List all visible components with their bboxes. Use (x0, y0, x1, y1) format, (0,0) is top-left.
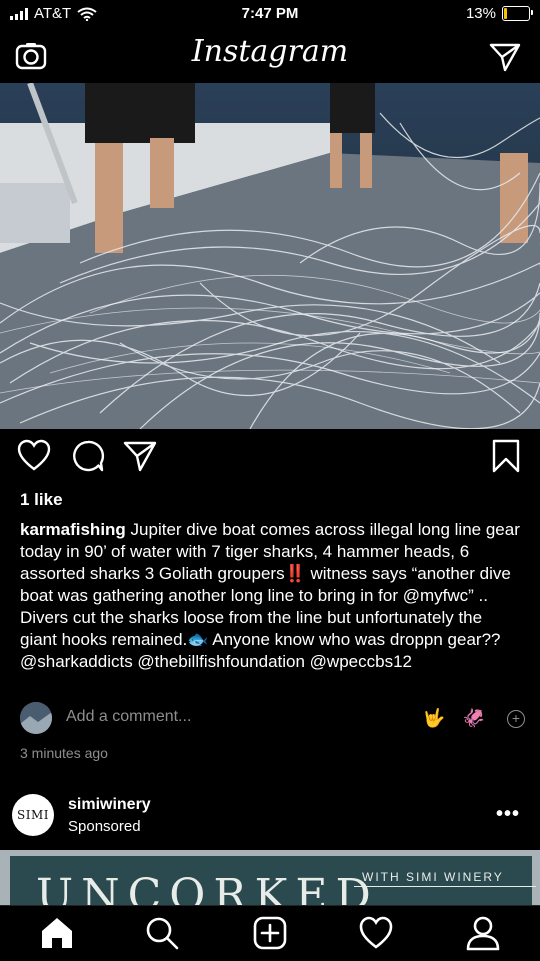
search-icon[interactable] (143, 914, 181, 952)
photo-illustration (0, 83, 540, 429)
like-count[interactable]: 1 like (20, 490, 63, 510)
double-exclamation-emoji: ‼️ (284, 564, 306, 583)
ad-banner: UNCORKED WITH SIMI WINERY (10, 856, 536, 905)
fish-emoji: 🐟 (187, 630, 209, 649)
ad-divider (354, 886, 536, 887)
ad-image[interactable]: UNCORKED WITH SIMI WINERY (0, 850, 540, 905)
sponsored-post-header: SIMI simiwinery Sponsored ••• (0, 785, 540, 845)
top-nav: Instagram (0, 30, 540, 82)
post-actions (0, 438, 540, 478)
app-logo: Instagram (191, 34, 349, 69)
direct-message-icon[interactable] (488, 39, 522, 73)
heart-icon[interactable] (16, 438, 52, 474)
caption-username[interactable]: karmafishing (20, 520, 126, 539)
bottom-tab-bar (0, 905, 540, 961)
post-timestamp: 3 minutes ago (20, 745, 108, 761)
comment-input[interactable]: Add a comment... (66, 708, 191, 726)
battery-icon (502, 6, 533, 21)
sponsor-username[interactable]: simiwinery (68, 796, 151, 814)
profile-icon[interactable] (464, 914, 502, 952)
status-bar: AT&T 7:47 PM 13% (0, 0, 540, 30)
activity-heart-icon[interactable] (357, 914, 395, 952)
add-emoji-icon[interactable]: + (507, 710, 525, 728)
love-you-gesture-emoji[interactable]: 🤟 (423, 708, 445, 729)
post-caption: karmafishing Jupiter dive boat comes acr… (20, 519, 520, 673)
status-time: 7:47 PM (241, 5, 299, 22)
sponsor-avatar[interactable]: SIMI (12, 794, 54, 836)
add-post-icon[interactable] (251, 914, 289, 952)
add-comment-row: Add a comment... 🤟 🦑 + (20, 700, 525, 736)
home-icon[interactable] (38, 914, 76, 952)
sponsored-label: Sponsored (68, 818, 141, 835)
bookmark-icon[interactable] (488, 438, 524, 474)
post-photo[interactable] (0, 83, 540, 429)
more-options-icon[interactable]: ••• (496, 803, 520, 826)
battery-percent: 13% (465, 5, 496, 22)
share-icon[interactable] (122, 438, 158, 474)
ad-headline: UNCORKED (36, 870, 379, 905)
user-avatar (20, 702, 52, 734)
comment-icon[interactable] (70, 438, 106, 474)
ad-tagline: WITH SIMI WINERY (362, 870, 504, 884)
squid-emoji[interactable]: 🦑 (463, 708, 485, 729)
battery-status: 13% (465, 5, 533, 22)
